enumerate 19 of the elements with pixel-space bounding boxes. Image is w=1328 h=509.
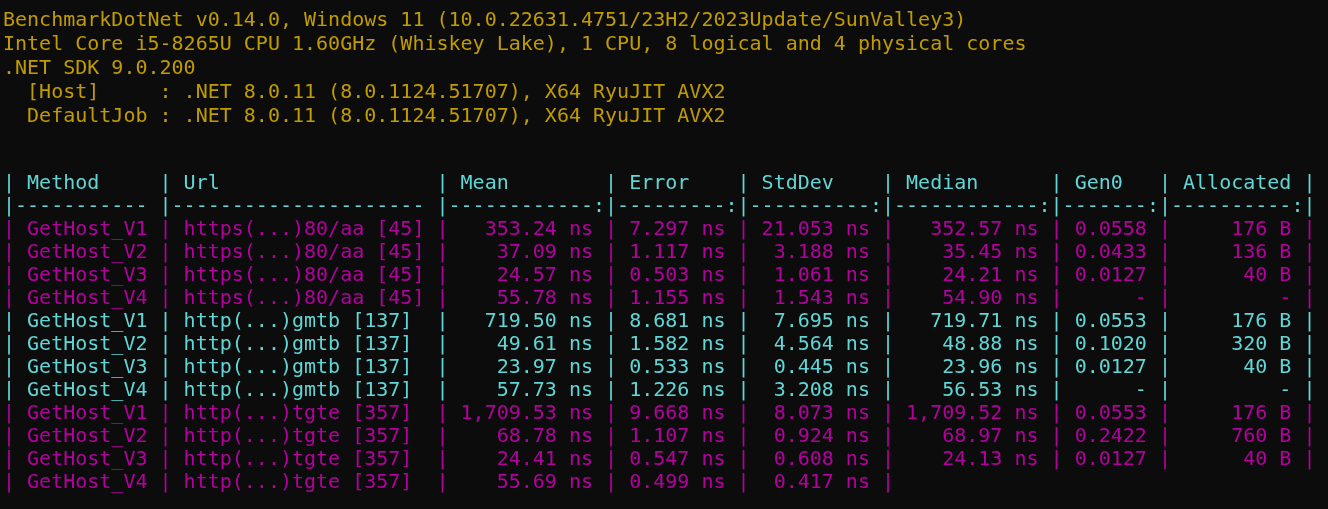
table-separator-row: |----------- |--------------------- |------------:|---------:|----------:|------------:|-------:|----------:| bbox=[3, 194, 1316, 217]
info-line: .NET SDK 9.0.200 bbox=[3, 55, 196, 79]
table-row: | GetHost_V4 | http(...)tgte [357] | 55.69 ns | 0.499 ns | 0.417 ns | bbox=[3, 470, 895, 493]
info-line: DefaultJob : .NET 8.0.11 (8.0.1124.51707), X64 RyuJIT AVX2 bbox=[26, 103, 726, 127]
table-row: | GetHost_V3 | http(...)tgte [357] | 24.41 ns | 0.547 ns | 0.608 ns | 24.13 ns | 0.0127 | 40 B | bbox=[3, 447, 1316, 470]
table-row: | GetHost_V2 | https(...)80/aa [45] | 37.09 ns | 1.117 ns | 3.188 ns | 35.45 ns | 0.0433 | 136 B | bbox=[3, 240, 1316, 263]
info-line: BenchmarkDotNet v0.14.0, Windows 11 (10.0.22631.4751/23H2/2023Update/SunValley3) bbox=[3, 7, 967, 31]
table-row: | GetHost_V4 | http(...)gmtb [137] | 57.73 ns | 1.226 ns | 3.208 ns | 56.53 ns | - | - | bbox=[3, 378, 1316, 401]
table-row: | GetHost_V4 | https(...)80/aa [45] | 55.78 ns | 1.155 ns | 1.543 ns | 54.90 ns | - | - | bbox=[3, 286, 1316, 309]
table-row: | GetHost_V1 | https(...)80/aa [45] | 353.24 ns | 7.297 ns | 21.053 ns | 352.57 ns | 0.0558 | 176 B | bbox=[3, 217, 1316, 240]
table-row: | GetHost_V3 | http(...)gmtb [137] | 23.97 ns | 0.533 ns | 0.445 ns | 23.96 ns | 0.0127 | 40 B | bbox=[3, 355, 1316, 378]
table-row: | GetHost_V1 | http(...)gmtb [137] | 719.50 ns | 8.681 ns | 7.695 ns | 719.71 ns | 0.0553 | 176 B | bbox=[3, 309, 1316, 332]
table-row: | GetHost_V1 | http(...)tgte [357] | 1,709.53 ns | 9.668 ns | 8.073 ns | 1,709.52 ns | 0.0553 | 176 B | bbox=[3, 401, 1316, 424]
table-row: | GetHost_V2 | http(...)gmtb [137] | 49.61 ns | 1.582 ns | 4.564 ns | 48.88 ns | 0.1020 | 320 B | bbox=[3, 332, 1316, 355]
table-row: | GetHost_V3 | https(...)80/aa [45] | 24.57 ns | 0.503 ns | 1.061 ns | 24.21 ns | 0.0127 | 40 B | bbox=[3, 263, 1316, 286]
info-line: Intel Core i5-8265U CPU 1.60GHz (Whiskey Lake), 1 CPU, 8 logical and 4 physical cores bbox=[3, 31, 1027, 55]
table-row: | GetHost_V2 | http(...)tgte [357] | 68.78 ns | 1.107 ns | 0.924 ns | 68.97 ns | 0.2422 | 760 B | bbox=[3, 424, 1316, 447]
info-line: [Host] : .NET 8.0.11 (8.0.1124.51707), X64 RyuJIT AVX2 bbox=[26, 79, 726, 103]
table-header-row: | Method | Url | Mean | Error | StdDev | Median | Gen0 | Allocated | bbox=[3, 171, 1316, 194]
